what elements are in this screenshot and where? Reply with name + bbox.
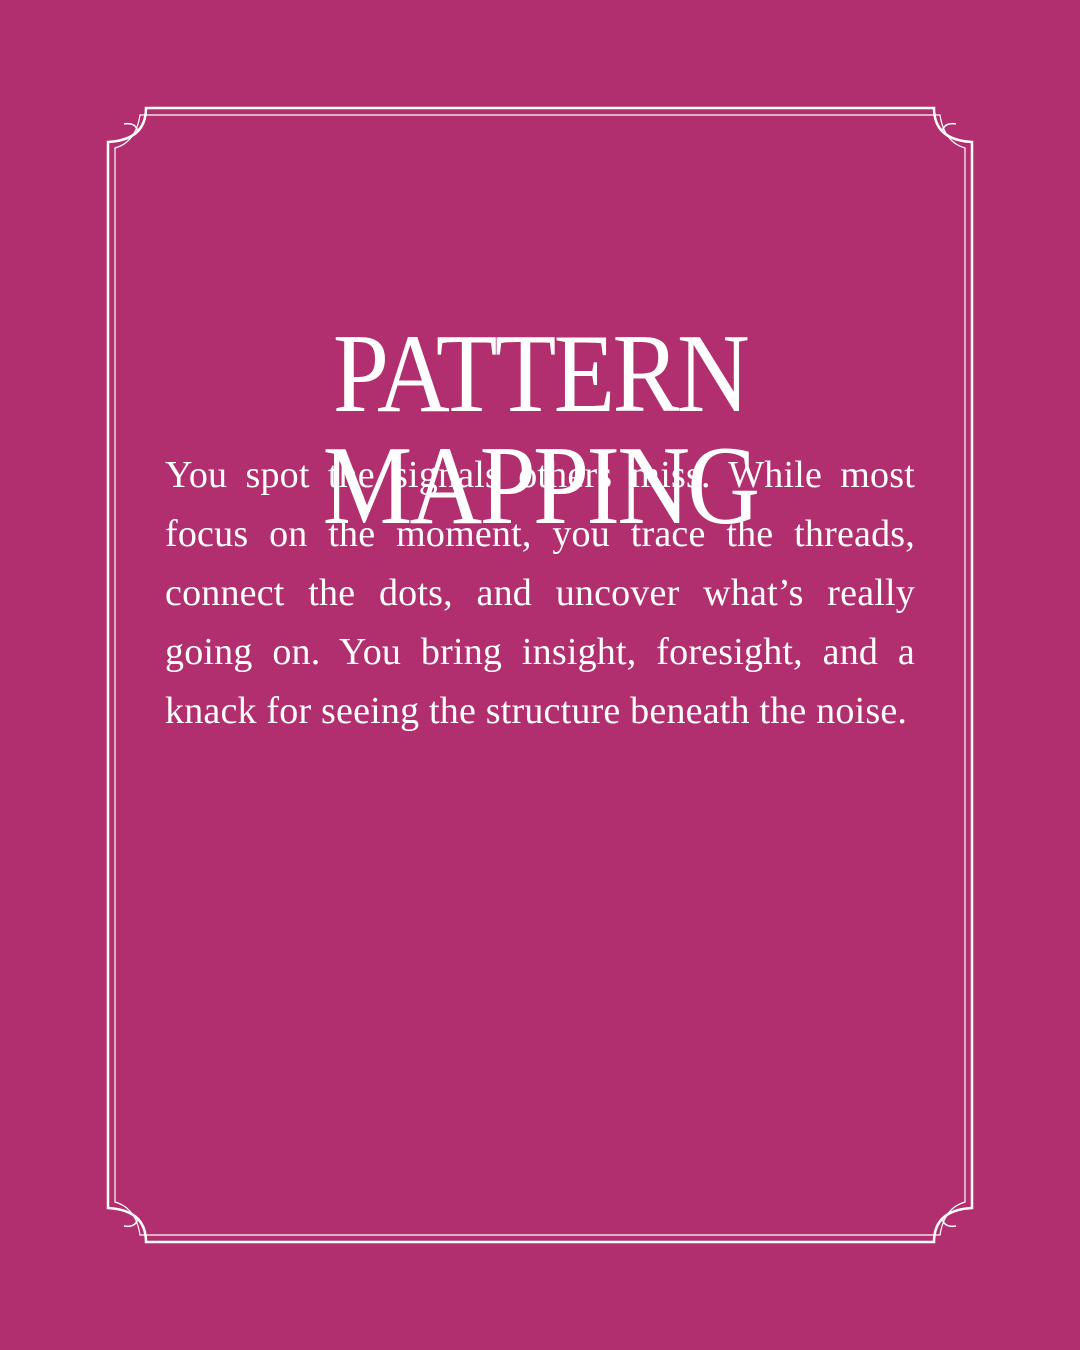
description-paragraph: You spot the signals others miss. While … bbox=[165, 454, 915, 732]
corner-curl-top-left bbox=[123, 122, 139, 133]
corner-curl-bottom-right bbox=[941, 1217, 957, 1228]
corner-curl-top-right bbox=[941, 122, 957, 133]
corner-curl-bottom-left bbox=[123, 1217, 139, 1228]
